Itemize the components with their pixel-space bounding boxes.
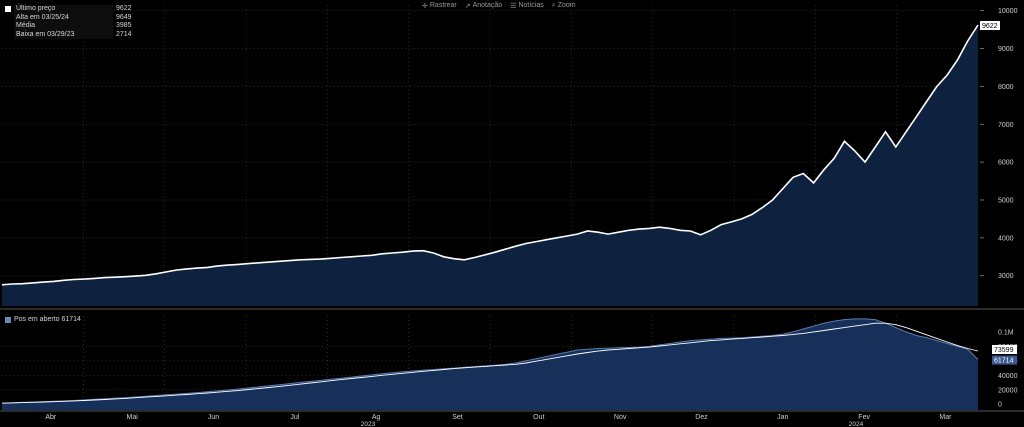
price-tick-label: 6000 bbox=[998, 160, 1014, 167]
x-tick-label: Nov bbox=[614, 414, 627, 421]
price-legend: Último preço 9622 Alta em 03/25/24 9649 Mé… bbox=[5, 5, 132, 40]
price-tick-label: 5000 bbox=[998, 197, 1014, 204]
legend-row-last: Último preço 9622 bbox=[5, 5, 132, 14]
track-button[interactable]: ✛ Rastrear bbox=[422, 2, 457, 10]
legend-label: Média bbox=[14, 22, 113, 31]
oi-tick-label: 40000 bbox=[998, 373, 1018, 380]
legend-row-average: Média 3985 bbox=[5, 22, 132, 31]
legend-swatch bbox=[5, 15, 11, 21]
legend-label: Baixa em 03/29/23 bbox=[14, 30, 113, 40]
open-interest-legend: Pos em aberto 61714 bbox=[5, 316, 81, 323]
legend-label: Alta em 03/25/24 bbox=[14, 13, 113, 23]
oi-average-label: 73599 bbox=[994, 347, 1014, 354]
x-tick-label: Out bbox=[533, 414, 544, 421]
x-tick-label: Jun bbox=[208, 414, 219, 421]
zoom-label: Zoom bbox=[557, 2, 576, 9]
chart-toolbar: ✛ Rastrear ↗ Anotação ☰ Notícias ⌕ Zoom bbox=[422, 0, 576, 11]
annotation-label: Anotação bbox=[472, 2, 503, 9]
legend-value: 3985 bbox=[116, 22, 132, 30]
oi-tick-label: 20000 bbox=[998, 387, 1018, 394]
legend-value: 2714 bbox=[116, 30, 132, 38]
oi-last-label: 61714 bbox=[994, 358, 1014, 365]
chart-root: 3000 4000 5000 6000 7000 8000 9000 10000 9622 0 20… bbox=[0, 5, 1024, 427]
annotation-icon: ↗ bbox=[464, 2, 471, 10]
zoom-button[interactable]: ⌕ Zoom bbox=[552, 2, 576, 10]
x-year-label: 2024 bbox=[849, 421, 864, 427]
legend-label: Último preço bbox=[14, 5, 113, 14]
legend-swatch bbox=[5, 23, 11, 29]
price-tick-label: 3000 bbox=[998, 273, 1014, 280]
x-year-label: 2023 bbox=[361, 421, 376, 427]
last-price-label: 9622 bbox=[982, 23, 998, 30]
legend-swatch bbox=[5, 316, 11, 323]
news-icon: ☰ bbox=[510, 2, 517, 10]
news-button[interactable]: ☰ Notícias bbox=[510, 2, 544, 10]
oi-tick-label: 0 bbox=[998, 402, 1002, 409]
x-tick-label: Mar bbox=[939, 414, 952, 421]
legend-value: 9622 bbox=[116, 5, 132, 12]
x-tick-label: Mai bbox=[126, 414, 138, 421]
track-label: Rastrear bbox=[429, 2, 457, 9]
price-tick-label: 7000 bbox=[998, 122, 1014, 129]
legend-row-high: Alta em 03/25/24 9649 bbox=[5, 13, 132, 23]
x-tick-label: Fev bbox=[858, 414, 870, 421]
legend-swatch bbox=[5, 6, 11, 13]
price-tick-label: 10000 bbox=[998, 8, 1018, 15]
price-tick-label: 9000 bbox=[998, 46, 1014, 53]
legend-label: Pos em aberto 61714 bbox=[14, 316, 81, 323]
price-tick-label: 4000 bbox=[998, 235, 1014, 242]
legend-value: 9649 bbox=[116, 13, 132, 21]
x-tick-label: Jan bbox=[777, 414, 788, 421]
oi-top-label: 0.1M bbox=[998, 329, 1014, 336]
crosshair-icon: ✛ bbox=[422, 2, 428, 10]
news-label: Notícias bbox=[518, 2, 544, 9]
legend-swatch bbox=[5, 32, 11, 38]
legend-row-low: Baixa em 03/29/23 2714 bbox=[5, 30, 132, 40]
x-tick-label: Dez bbox=[695, 414, 708, 421]
annotation-button[interactable]: ↗ Anotação bbox=[465, 2, 502, 10]
x-tick-label: Ag bbox=[372, 414, 381, 421]
x-tick-label: Jul bbox=[290, 414, 299, 421]
x-tick-label: Set bbox=[452, 414, 463, 421]
x-tick-label: Abr bbox=[45, 414, 57, 421]
price-tick-label: 8000 bbox=[998, 84, 1014, 91]
zoom-icon: ⌕ bbox=[551, 1, 556, 9]
